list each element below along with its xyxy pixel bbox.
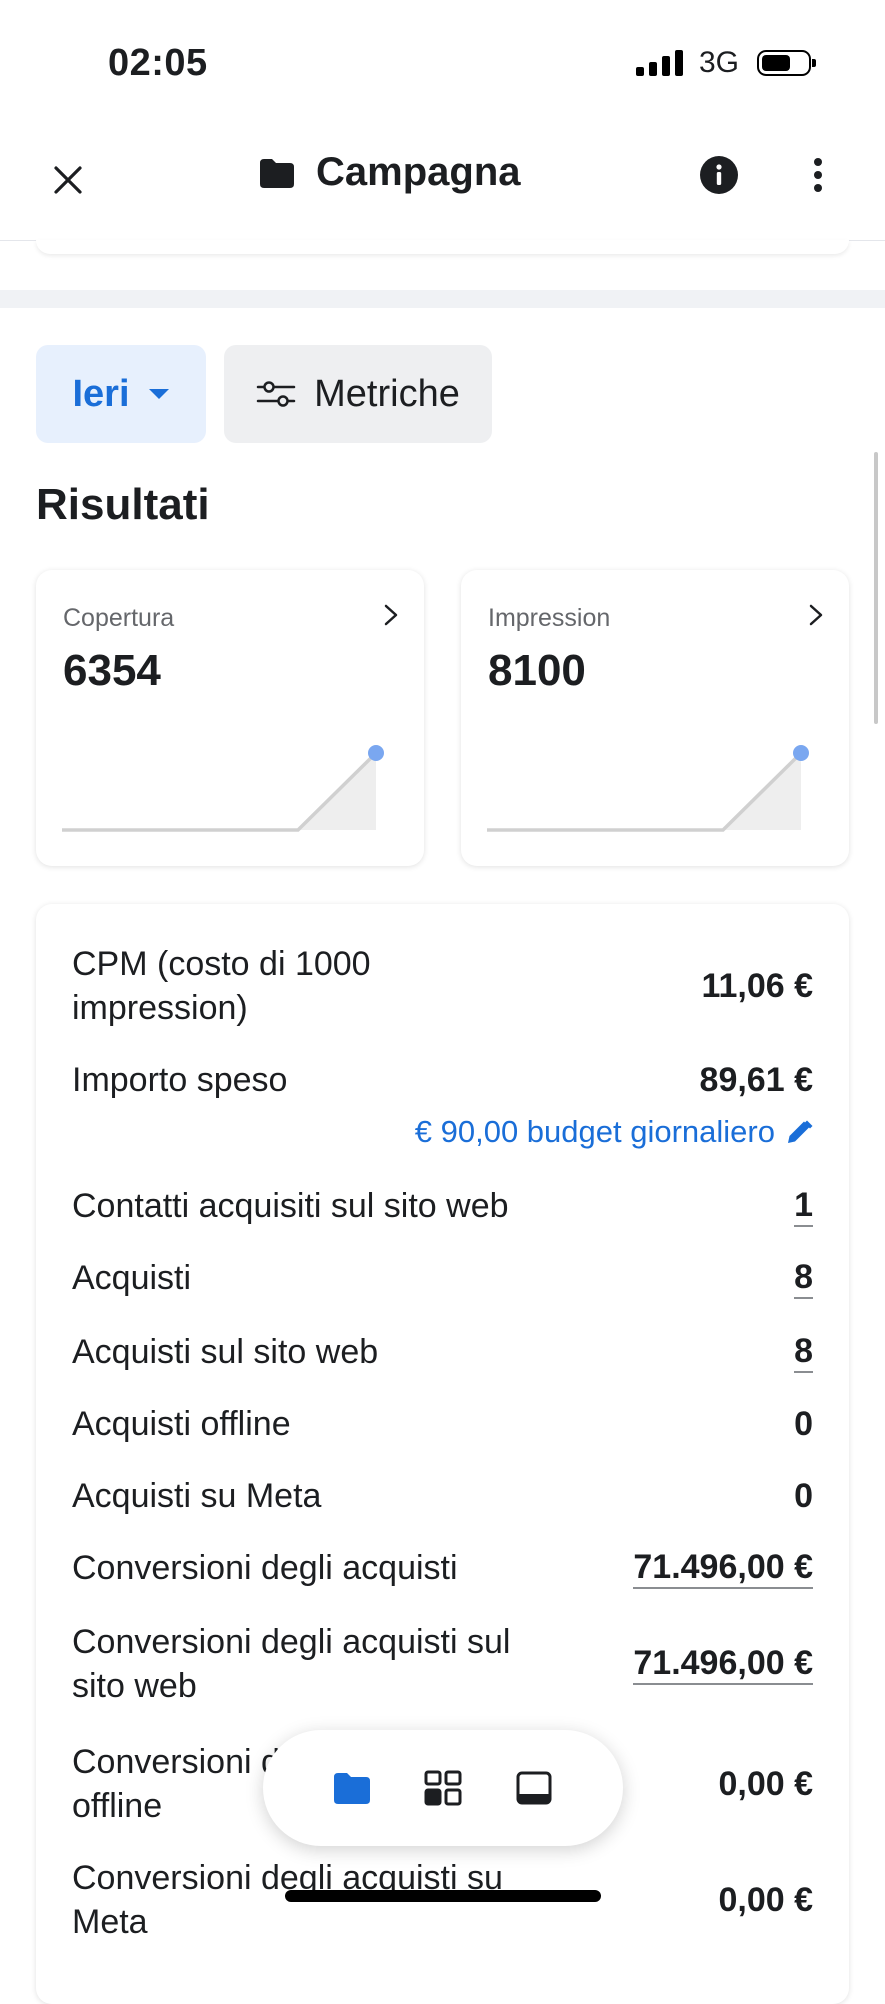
metric-label: CPM (costo di 1000 impression) xyxy=(72,945,371,1027)
chevron-right-icon xyxy=(809,604,823,626)
metric-row-offline-purchases: Acquisti offline 0 xyxy=(72,1402,813,1446)
metric-label: Conversioni degli acquisti sul sito web xyxy=(72,1623,511,1705)
sparkline-chart xyxy=(62,745,384,832)
home-indicator[interactable] xyxy=(285,1890,601,1902)
sparkline-point xyxy=(368,745,384,761)
kpi-card-impressions[interactable]: Impression 8100 xyxy=(461,570,849,866)
metric-row-purchase-conversions: Conversioni degli acquisti 71.496,00 € xyxy=(72,1546,813,1590)
metrics-button[interactable]: Metriche xyxy=(224,345,492,443)
battery-icon xyxy=(757,50,816,76)
kpi-label: Copertura xyxy=(63,604,175,632)
network-type: 3G xyxy=(698,46,739,79)
metric-value: 89,61 € xyxy=(699,1060,813,1099)
metric-value: 11,06 € xyxy=(701,966,813,1005)
results-title: Risultati xyxy=(36,480,210,529)
metric-value-link[interactable]: 71.496,00 € xyxy=(633,1643,813,1685)
top-header: Campagna xyxy=(0,130,885,241)
daily-budget-link[interactable]: € 90,00 budget giornaliero xyxy=(415,1114,813,1150)
sparkline-chart xyxy=(487,745,809,832)
metric-value: 0,00 € xyxy=(718,1764,813,1803)
kpi-value: 6354 xyxy=(63,646,161,695)
metric-value-link[interactable]: 1 xyxy=(794,1185,813,1227)
period-dropdown-button[interactable]: Ieri xyxy=(36,345,206,443)
metric-value-link[interactable]: 8 xyxy=(794,1331,813,1373)
more-options-button[interactable] xyxy=(800,152,836,198)
nav-ad-sets-button[interactable] xyxy=(417,1762,469,1814)
metric-value-link[interactable]: 8 xyxy=(794,1257,813,1299)
period-label: Ieri xyxy=(72,372,130,415)
kpi-card-reach[interactable]: Copertura 6354 xyxy=(36,570,424,866)
previous-card-edge xyxy=(36,240,849,254)
close-button[interactable] xyxy=(44,156,92,204)
metric-label: Contatti acquisiti sul sito web xyxy=(72,1187,509,1225)
more-vertical-icon xyxy=(814,158,822,192)
status-time: 02:05 xyxy=(108,42,208,84)
kpi-label: Impression xyxy=(488,604,611,632)
close-icon xyxy=(54,166,82,194)
kpi-value: 8100 xyxy=(488,646,586,695)
sparkline-point xyxy=(793,745,809,761)
nav-campaigns-button[interactable] xyxy=(326,1762,378,1814)
metric-row-spend: Importo speso 89,61 € xyxy=(72,1058,813,1102)
sliders-icon xyxy=(256,381,296,407)
grid-icon xyxy=(424,1770,462,1806)
metric-row-cpm: CPM (costo di 1000 impression) 11,06 € xyxy=(72,942,813,1030)
metric-value-link[interactable]: 71.496,00 € xyxy=(633,1547,813,1589)
header-title-group: Campagna xyxy=(258,150,521,195)
metric-row-website-purchase-conversions: Conversioni degli acquisti sul sito web … xyxy=(72,1620,813,1708)
metric-row-meta-purchases: Acquisti su Meta 0 xyxy=(72,1474,813,1518)
metric-label: Acquisti sul sito web xyxy=(72,1333,379,1371)
signal-icon xyxy=(635,50,683,76)
folder-icon xyxy=(334,1773,371,1804)
metric-row-website-purchases: Acquisti sul sito web 8 xyxy=(72,1330,813,1374)
metric-label: Acquisti su Meta xyxy=(72,1477,322,1515)
page-title: Campagna xyxy=(316,150,521,194)
metric-label: Acquisti xyxy=(72,1259,192,1297)
info-icon xyxy=(700,156,738,194)
laptop-icon xyxy=(516,1771,552,1805)
metric-value: 0 xyxy=(794,1476,813,1515)
pencil-icon xyxy=(788,1120,813,1143)
metric-row-purchases: Acquisti 8 xyxy=(72,1256,813,1300)
chevron-right-icon xyxy=(384,604,398,626)
metric-label: Acquisti offline xyxy=(72,1405,291,1443)
status-bar: 02:05 3G xyxy=(0,0,885,130)
nav-ads-button[interactable] xyxy=(508,1762,560,1814)
metrics-label: Metriche xyxy=(314,372,460,415)
metric-label: Importo speso xyxy=(72,1061,288,1099)
metric-value: 0,00 € xyxy=(718,1880,813,1919)
metric-row-website-leads: Contatti acquisiti sul sito web 1 xyxy=(72,1184,813,1228)
floating-nav-bar xyxy=(263,1730,623,1846)
metric-value: 0 xyxy=(794,1404,813,1443)
info-button[interactable] xyxy=(698,154,740,196)
folder-icon xyxy=(260,158,294,188)
section-divider xyxy=(0,290,885,308)
status-indicators: 3G xyxy=(635,46,816,80)
caret-down-icon xyxy=(148,389,169,399)
scrollbar[interactable] xyxy=(874,452,878,724)
metric-label: Conversioni degli acquisti xyxy=(72,1549,458,1587)
daily-budget-text: € 90,00 budget giornaliero xyxy=(414,1114,775,1149)
